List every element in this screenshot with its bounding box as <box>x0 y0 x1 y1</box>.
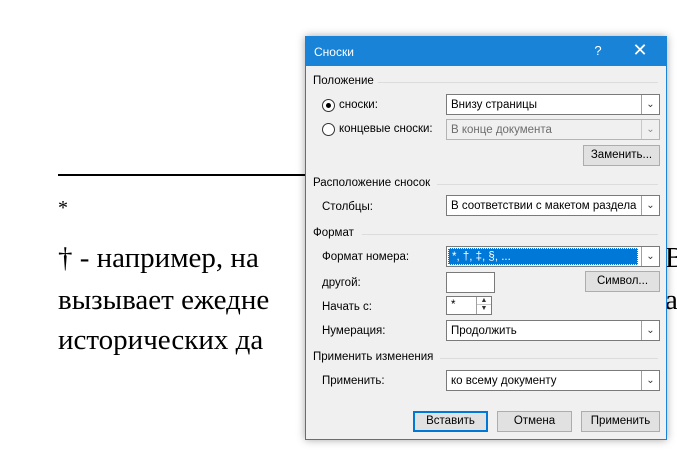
dialog-title: Сноски <box>314 45 354 59</box>
help-icon[interactable]: ? <box>590 43 606 58</box>
chevron-down-icon: ⌄ <box>641 95 659 114</box>
numbering-label: Нумерация: <box>322 325 386 337</box>
layout-group-rule <box>437 184 658 185</box>
chevron-down-icon: ⌄ <box>641 120 659 139</box>
footnotes-dialog: Сноски ? ✕ Положение сноски: Внизу стран… <box>305 36 667 440</box>
position-group-label: Положение <box>313 75 374 87</box>
footnotes-label: сноски: <box>339 99 378 111</box>
endnotes-radio[interactable] <box>322 123 335 136</box>
symbol-button[interactable]: Символ... <box>585 271 660 292</box>
layout-group-label: Расположение сносок <box>313 177 431 189</box>
apply-group-label: Применить изменения <box>313 351 434 363</box>
apply-button[interactable]: Применить <box>581 411 660 432</box>
document-text-line-1: † - например, на <box>58 242 259 274</box>
footnotes-position-value: Внизу страницы <box>451 99 537 111</box>
position-group-rule <box>378 82 658 83</box>
footnotes-radio[interactable] <box>322 99 335 112</box>
number-format-label: Формат номера: <box>322 251 410 263</box>
endnotes-position-select[interactable]: В конце документа ⌄ <box>446 119 660 140</box>
columns-select[interactable]: В соответствии с макетом раздела ⌄ <box>446 195 660 216</box>
number-format-value: *, †, ‡, §, ... <box>448 248 638 265</box>
numbering-value: Продолжить <box>451 325 517 337</box>
apply-group-rule <box>440 358 658 359</box>
numbering-select[interactable]: Продолжить ⌄ <box>446 320 660 341</box>
start-at-value: * <box>451 299 456 311</box>
spin-up-icon[interactable]: ▲ <box>477 297 491 305</box>
insert-button[interactable]: Вставить <box>413 411 488 432</box>
convert-button[interactable]: Заменить... <box>583 145 660 166</box>
chevron-down-icon: ⌄ <box>641 247 659 266</box>
columns-value: В соответствии с макетом раздела <box>451 200 637 212</box>
apply-to-value: ко всему документу <box>451 375 557 387</box>
start-at-spinner[interactable]: * ▲ ▼ <box>446 296 492 315</box>
endnotes-label: концевые сноски: <box>339 123 433 135</box>
apply-to-select[interactable]: ко всему документу ⌄ <box>446 370 660 391</box>
apply-to-label: Применить: <box>322 375 385 387</box>
start-at-label: Начать с: <box>322 301 372 313</box>
chevron-down-icon: ⌄ <box>641 371 659 390</box>
spin-down-icon[interactable]: ▼ <box>477 305 491 313</box>
chevron-down-icon: ⌄ <box>641 321 659 340</box>
footnote-separator-line <box>58 174 308 176</box>
format-group-label: Формат <box>313 227 354 239</box>
endnotes-position-value: В конце документа <box>451 124 552 136</box>
chevron-down-icon: ⌄ <box>641 196 659 215</box>
footnotes-position-select[interactable]: Внизу страницы ⌄ <box>446 94 660 115</box>
number-format-select[interactable]: *, †, ‡, §, ... ⌄ <box>446 246 660 267</box>
footnote-mark-star: * <box>58 197 68 219</box>
cancel-button[interactable]: Отмена <box>497 411 572 432</box>
format-group-rule <box>362 234 658 235</box>
custom-mark-input[interactable] <box>446 272 495 293</box>
document-text-line-3: исторических да <box>58 324 264 356</box>
custom-mark-label: другой: <box>322 277 361 289</box>
close-icon[interactable]: ✕ <box>628 40 652 61</box>
dialog-titlebar[interactable]: Сноски ? ✕ <box>306 37 666 66</box>
spinner-buttons: ▲ ▼ <box>476 297 491 314</box>
radio-selected-dot <box>326 103 331 108</box>
columns-label: Столбцы: <box>322 201 373 213</box>
document-text-line-2: вызывает ежедне <box>58 284 270 316</box>
